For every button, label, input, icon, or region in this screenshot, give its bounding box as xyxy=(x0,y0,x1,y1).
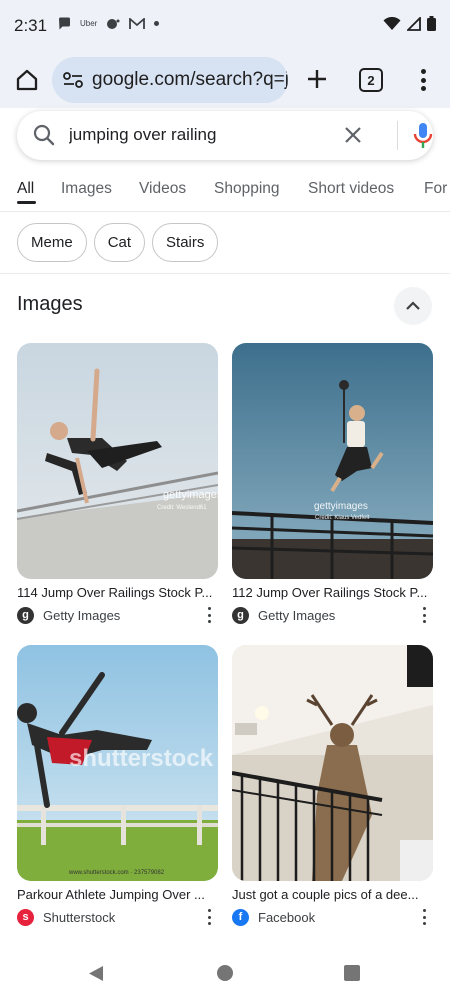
tab-videos[interactable]: Videos xyxy=(139,180,186,198)
man-jumping-railing-photo xyxy=(17,343,218,579)
search-box xyxy=(17,111,433,160)
search-tabs: All Images Videos Shopping Short videos … xyxy=(0,168,450,212)
tab-switcher-button[interactable]: 2 xyxy=(359,68,383,92)
man-jumping-fence-photo xyxy=(232,343,433,579)
chip-meme[interactable]: Meme xyxy=(17,223,87,262)
system-icons xyxy=(383,16,436,31)
address-bar[interactable]: google.com/search?q=ju xyxy=(52,57,288,103)
search-input[interactable] xyxy=(69,123,339,147)
watermark-credit: Credit: Westend61 xyxy=(157,505,207,511)
image-source: g Getty Images xyxy=(232,606,433,624)
chat-icon xyxy=(107,18,120,29)
system-navigation-bar xyxy=(0,946,450,1000)
more-options-button[interactable] xyxy=(421,909,427,925)
watermark-credit: Credit: Klaus Vedfelt xyxy=(315,515,370,521)
refinement-chips: Meme Cat Stairs xyxy=(17,223,219,262)
tab-shopping[interactable]: Shopping xyxy=(214,180,280,198)
notification-icons: Uber xyxy=(58,17,160,30)
getty-logo-icon: g xyxy=(17,606,34,624)
new-tab-button[interactable] xyxy=(303,65,331,93)
chip-stairs[interactable]: Stairs xyxy=(152,223,219,262)
images-section-heading: Images xyxy=(17,293,83,315)
image-thumbnail[interactable]: gettyimages Credit: Westend61 xyxy=(17,343,218,579)
plus-icon xyxy=(308,70,326,88)
uber-notification-label: Uber xyxy=(80,19,98,28)
image-title[interactable]: Just got a couple pics of a dee... xyxy=(232,887,432,902)
more-options-button[interactable] xyxy=(206,909,212,925)
home-icon xyxy=(16,69,38,91)
wifi-icon xyxy=(383,16,401,30)
search-divider xyxy=(397,121,398,150)
image-source: f Facebook xyxy=(232,908,433,926)
signal-icon xyxy=(407,16,421,31)
browser-menu-button[interactable] xyxy=(414,66,432,94)
section-divider xyxy=(0,273,450,274)
url-text: google.com/search?q=ju xyxy=(92,69,288,90)
status-time: 2:31 xyxy=(14,16,48,35)
getty-logo-icon: g xyxy=(232,606,249,624)
tab-short-videos[interactable]: Short videos xyxy=(308,180,394,198)
image-source: g Getty Images xyxy=(17,606,218,624)
browser-toolbar: google.com/search?q=ju 2 xyxy=(0,52,450,108)
image-thumbnail[interactable]: gettyimages Credit: Klaus Vedfelt xyxy=(232,343,433,579)
tab-all[interactable]: All xyxy=(17,180,34,198)
source-name: Getty Images xyxy=(258,607,336,623)
source-name: Facebook xyxy=(258,909,316,925)
voice-search-mic-icon[interactable] xyxy=(412,122,434,150)
dot-icon xyxy=(154,21,160,26)
facebook-logo-icon: f xyxy=(232,908,249,926)
image-result-1[interactable]: gettyimages Credit: Westend61 114 Jump O… xyxy=(17,343,218,624)
battery-icon xyxy=(427,16,436,31)
image-title[interactable]: Parkour Athlete Jumping Over ... xyxy=(17,887,217,902)
image-source: s Shutterstock xyxy=(17,908,218,926)
image-title[interactable]: 112 Jump Over Railings Stock P... xyxy=(232,585,432,600)
image-result-4[interactable]: Just got a couple pics of a dee... f Fac… xyxy=(232,645,433,926)
watermark-text: gettyimages xyxy=(314,501,368,512)
source-name: Shutterstock xyxy=(43,909,116,925)
more-options-button[interactable] xyxy=(206,607,212,623)
deer-over-railing-photo xyxy=(232,645,433,881)
image-thumbnail[interactable]: shutterstock www.shutterstock.com · 2375… xyxy=(17,645,218,881)
tab-forums[interactable]: For xyxy=(424,180,447,198)
more-options-button[interactable] xyxy=(421,607,427,623)
home-nav-icon[interactable] xyxy=(217,965,233,981)
image-result-2[interactable]: gettyimages Credit: Klaus Vedfelt 112 Ju… xyxy=(232,343,433,624)
gmail-icon xyxy=(129,17,146,29)
back-icon[interactable] xyxy=(88,965,104,982)
message-icon xyxy=(59,17,70,30)
image-thumbnail[interactable] xyxy=(232,645,433,881)
recent-apps-icon[interactable] xyxy=(344,965,360,981)
home-button[interactable] xyxy=(12,65,42,95)
clear-search-icon[interactable] xyxy=(342,124,364,146)
watermark-text: gettyimages xyxy=(163,489,218,501)
image-title[interactable]: 114 Jump Over Railings Stock P... xyxy=(17,585,217,600)
site-settings-icon[interactable] xyxy=(62,71,84,89)
shutterstock-logo-icon: s xyxy=(17,908,34,926)
chevron-up-icon xyxy=(406,301,420,310)
image-result-3[interactable]: shutterstock www.shutterstock.com · 2375… xyxy=(17,645,218,926)
watermark-text: shutterstock xyxy=(69,745,214,772)
source-name: Getty Images xyxy=(43,607,121,623)
chip-cat[interactable]: Cat xyxy=(93,223,146,262)
active-tab-indicator xyxy=(17,201,36,204)
search-icon xyxy=(33,124,55,146)
collapse-images-button[interactable] xyxy=(394,287,432,325)
status-bar: 2:31 Uber xyxy=(0,0,450,52)
tab-images[interactable]: Images xyxy=(61,180,112,198)
watermark-credit: www.shutterstock.com · 237579082 xyxy=(69,870,165,876)
